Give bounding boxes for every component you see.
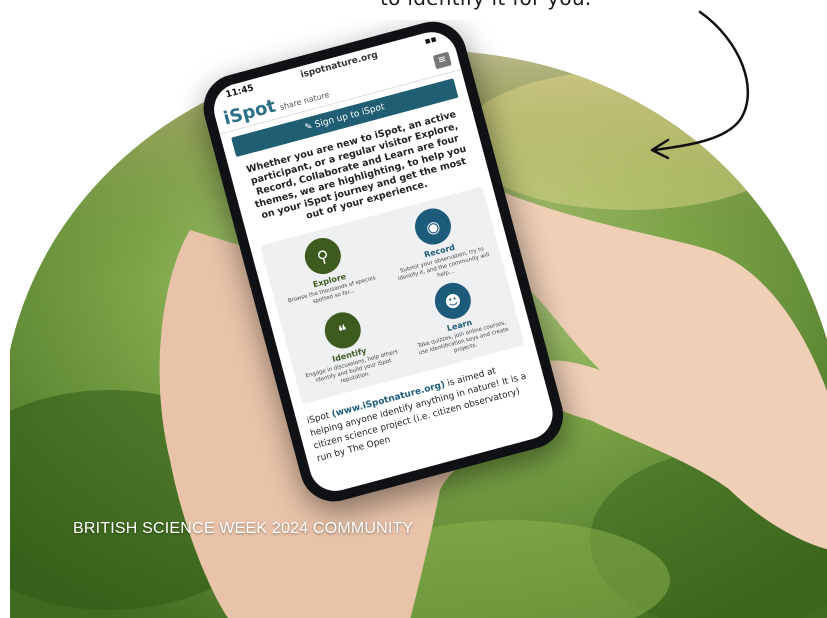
bottom-caption: BRITISH SCIENCE WEEK 2024 COMMUNITY — [73, 520, 414, 537]
magnifier-icon: ⚲ — [300, 233, 345, 279]
signal-icon: ▪▪ — [423, 34, 438, 48]
camera-icon: ◉ — [410, 204, 456, 249]
speech-bubbles-icon: ❝ — [320, 308, 365, 353]
head-icon: ☻ — [430, 278, 475, 323]
hamburger-icon[interactable]: ≡ — [432, 51, 452, 70]
logo-tagline: share nature — [278, 89, 331, 112]
top-caption: to identify it for you. — [380, 0, 680, 10]
photo-scene: 11:45 ispotnature.org ▪▪ iSpotshare natu… — [0, 20, 827, 618]
